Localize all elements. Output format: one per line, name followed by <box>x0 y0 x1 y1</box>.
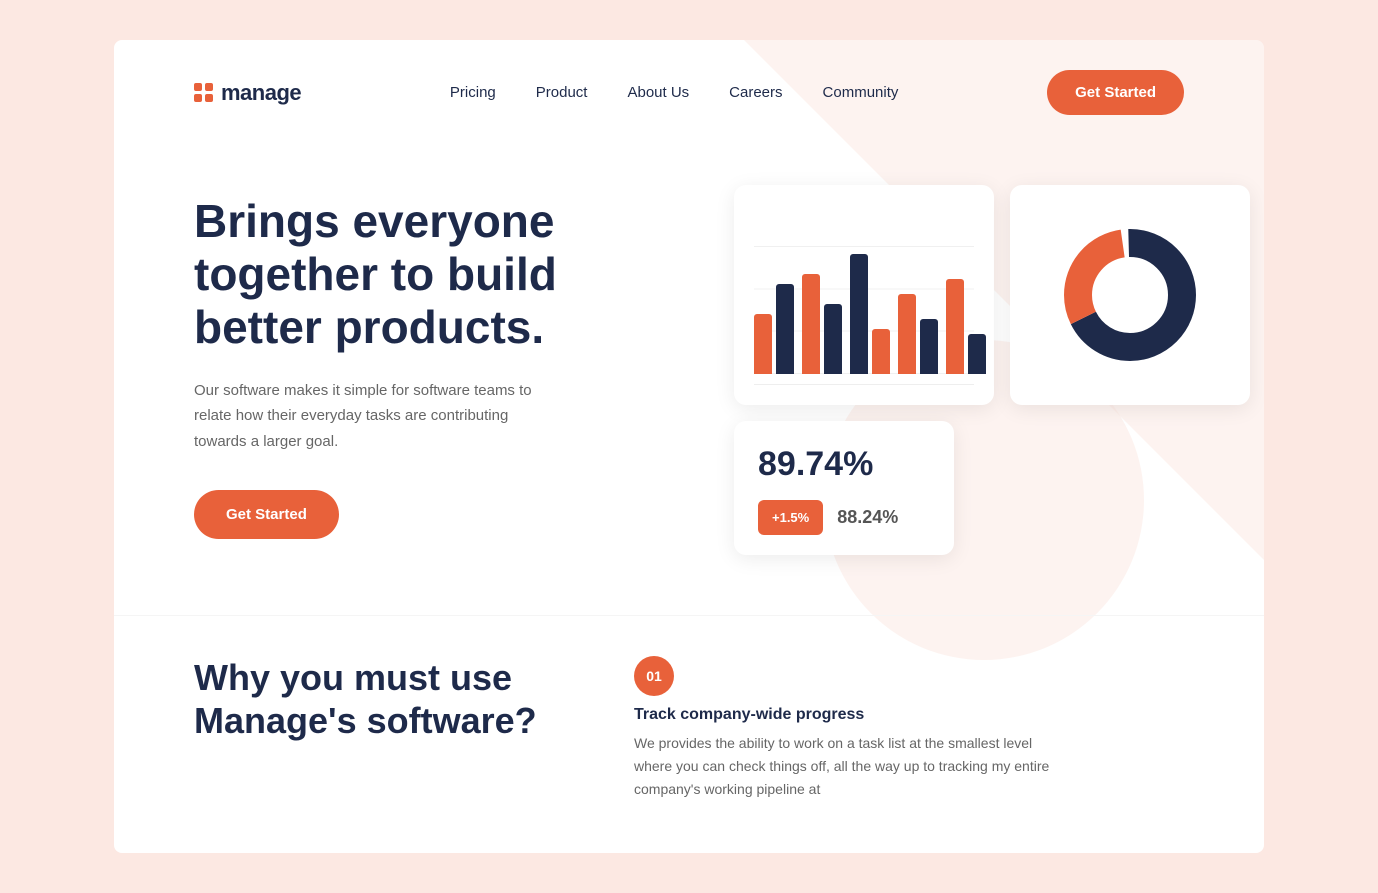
section2-left: Why you must use Manage's software? <box>194 656 554 742</box>
nav-item-careers[interactable]: Careers <box>729 84 782 102</box>
logo[interactable]: manage <box>194 80 301 106</box>
nav-link-about[interactable]: About Us <box>627 84 689 101</box>
section2-right: 01 Track company-wide progress We provid… <box>634 656 1184 813</box>
bar-navy-5 <box>968 334 986 374</box>
bar-group-3 <box>850 254 890 374</box>
nav-item-community[interactable]: Community <box>823 84 899 102</box>
nav-link-pricing[interactable]: Pricing <box>450 84 496 101</box>
bar-group-1 <box>754 284 794 374</box>
donut-chart <box>1030 205 1230 385</box>
bar-orange-2 <box>802 274 820 374</box>
bar-chart <box>754 205 974 385</box>
bar-navy-3 <box>850 254 868 374</box>
bar-orange-1 <box>754 314 772 374</box>
nav-link-careers[interactable]: Careers <box>729 84 782 101</box>
bar-group-2 <box>802 274 842 374</box>
bar-chart-card <box>734 185 994 405</box>
bar-orange-4 <box>898 294 916 374</box>
nav-links: Pricing Product About Us Careers Communi… <box>450 84 898 102</box>
bar-group-5 <box>946 279 986 374</box>
bar-group-4 <box>898 294 938 374</box>
bar-navy-4 <box>920 319 938 374</box>
navbar: manage Pricing Product About Us Careers … <box>114 40 1264 135</box>
stats-row: +1.5% 88.24% <box>758 500 930 535</box>
stats-secondary-value: 88.24% <box>837 507 898 528</box>
nav-item-product[interactable]: Product <box>536 84 588 102</box>
logo-icon <box>194 83 213 102</box>
section2-title: Why you must use Manage's software? <box>194 656 554 742</box>
section2: Why you must use Manage's software? 01 T… <box>114 615 1264 853</box>
hero-left: Brings everyone together to build better… <box>194 175 694 539</box>
bar-orange-5 <box>946 279 964 374</box>
hero-right: 89.74% +1.5% 88.24% <box>734 175 1250 555</box>
stats-main-value: 89.74% <box>758 445 930 484</box>
stats-card: 89.74% +1.5% 88.24% <box>734 421 954 555</box>
feature-title: Track company-wide progress <box>634 706 1184 724</box>
bar-navy-2 <box>824 304 842 374</box>
donut-chart-card <box>1010 185 1250 405</box>
hero-description: Our software makes it simple for softwar… <box>194 378 554 455</box>
nav-item-about[interactable]: About Us <box>627 84 689 102</box>
nav-link-community[interactable]: Community <box>823 84 899 101</box>
hero-title: Brings everyone together to build better… <box>194 195 694 354</box>
nav-cta-button[interactable]: Get Started <box>1047 70 1184 115</box>
page-wrapper: manage Pricing Product About Us Careers … <box>114 40 1264 853</box>
bar-navy-1 <box>776 284 794 374</box>
bar-orange-3 <box>872 329 890 374</box>
charts-top-row <box>734 185 1250 405</box>
nav-item-pricing[interactable]: Pricing <box>450 84 496 102</box>
nav-link-product[interactable]: Product <box>536 84 588 101</box>
feature-description: We provides the ability to work on a tas… <box>634 732 1054 801</box>
hero-cta-button[interactable]: Get Started <box>194 490 339 539</box>
logo-text: manage <box>221 80 301 106</box>
hero-section: Brings everyone together to build better… <box>114 135 1264 615</box>
feature-number-badge: 01 <box>634 656 674 696</box>
stats-badge: +1.5% <box>758 500 823 535</box>
feature-item-1: 01 Track company-wide progress We provid… <box>634 656 1184 801</box>
donut-svg <box>1060 225 1200 365</box>
